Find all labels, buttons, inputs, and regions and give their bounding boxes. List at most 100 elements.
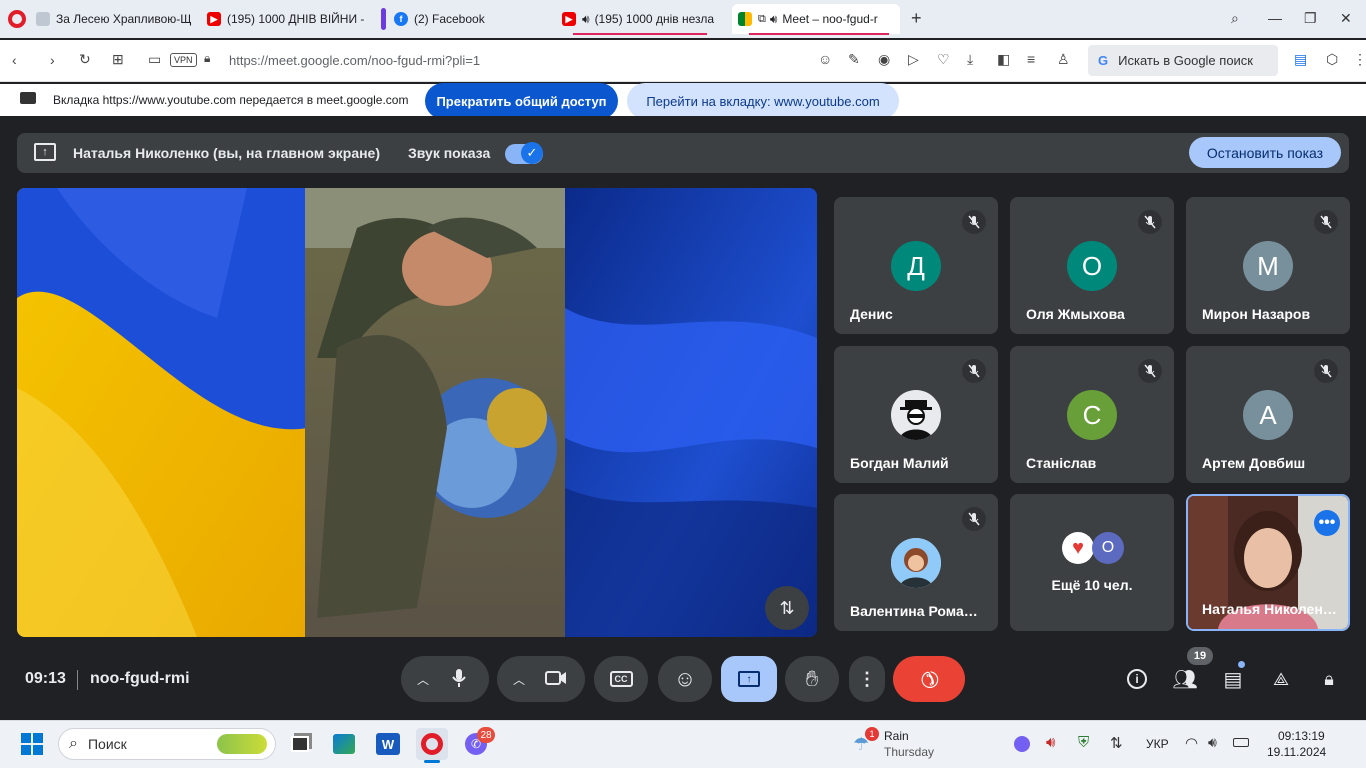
minimize-icon[interactable]: — (1268, 10, 1282, 26)
participant-tile[interactable]: А Артем Довбиш (1186, 346, 1350, 483)
new-tab-plus-icon[interactable]: + (911, 8, 922, 29)
camera-icon[interactable] (545, 670, 567, 689)
tab-lesya[interactable]: За Лесею Храпливою-Щ (30, 4, 200, 34)
share-audio-label: Звук показа (408, 145, 491, 161)
meeting-time: 09:13 (25, 670, 66, 687)
more-participants-label: Ещё 10 чел. (1051, 577, 1133, 593)
participant-tile[interactable]: М Мирон Назаров (1186, 197, 1350, 334)
more-options-icon[interactable]: ••• (1314, 510, 1340, 536)
url-field[interactable]: https://meet.google.com/noo-fgud-rmi?pli… (229, 53, 480, 68)
google-g-icon: G (1098, 53, 1109, 68)
swap-layout-icon[interactable]: ⇅ (765, 586, 809, 630)
participant-tile[interactable]: Валентина Роман… (834, 494, 998, 631)
send-icon[interactable]: ▷ (908, 51, 919, 68)
switch-to-tab-button[interactable]: Перейти на вкладку: www.youtube.com (627, 83, 899, 119)
speaker-icon[interactable]: 🔊︎ (1208, 734, 1217, 751)
avatar: С (1067, 390, 1117, 440)
lock-icon[interactable]: 🔒︎ (204, 51, 210, 66)
search-tabs-icon[interactable]: ⌕ (1231, 10, 1239, 27)
reload-icon[interactable]: ↻ (79, 51, 91, 68)
stop-presenting-button[interactable]: Остановить показ (1189, 137, 1341, 168)
self-tile[interactable]: ••• Наталья Николен… (1186, 494, 1350, 631)
mic-off-icon (1138, 359, 1162, 383)
tab-youtube-1000-2[interactable]: ▶ 🔊︎ (195) 1000 днів незла (556, 4, 724, 34)
more-options-button[interactable]: ⋮ (849, 656, 885, 702)
activities-icon[interactable]: ⟁ (1266, 664, 1296, 694)
tab-group-marker (381, 8, 386, 30)
snapshot-icon[interactable]: ◉ (878, 51, 890, 68)
present-button[interactable]: ↑ (721, 656, 777, 702)
audio-settings-button[interactable]: ︿ (401, 656, 489, 702)
sidebar-icon[interactable]: ▤ (1294, 51, 1307, 68)
microphone-icon[interactable] (451, 668, 467, 691)
mic-off-icon (962, 359, 986, 383)
check-icon[interactable]: ✓ (521, 142, 543, 164)
vpn-badge[interactable]: VPN (170, 53, 197, 67)
people-icon[interactable]: 👥︎ (1170, 664, 1200, 694)
participant-name: Наталья Николен… (1202, 601, 1337, 617)
heart-icon[interactable]: ♡ (937, 51, 950, 68)
chevron-up-icon: ︿ (513, 672, 526, 687)
volume-tray-icon[interactable]: 🔊︎ (1046, 734, 1055, 751)
shared-screen-video (17, 188, 817, 637)
download-icon[interactable]: ⤓ (967, 51, 973, 68)
security-tray-icon[interactable]: ⛨ (1078, 734, 1089, 751)
google-search-box[interactable]: G Искать в Google поиск (1088, 45, 1278, 76)
more-vert-icon: ⋮ (858, 668, 876, 689)
viber-tray-icon[interactable] (1014, 736, 1030, 752)
tabs-grid-icon[interactable]: ⊞ (112, 51, 124, 68)
banner-text: Вкладка https://www.youtube.com передает… (53, 93, 409, 107)
more-menu-icon[interactable]: ⋮ (1353, 51, 1366, 68)
chat-icon[interactable]: ▤ (1218, 664, 1248, 694)
stop-sharing-button[interactable]: Прекратить общий доступ (425, 83, 618, 119)
participant-tile[interactable]: О Оля Жмыхова (1010, 197, 1174, 334)
windows-start-icon[interactable] (16, 728, 48, 760)
participant-tile[interactable]: Д Денис (834, 197, 998, 334)
wifi-icon[interactable]: ◠ (1185, 734, 1198, 752)
clock-time[interactable]: 09:13:19 (1278, 729, 1325, 743)
more-participants-tile[interactable]: ♥ О Ещё 10 чел. (1010, 494, 1174, 631)
captions-button[interactable]: CC (594, 656, 648, 702)
back-icon[interactable]: ‹ (12, 52, 17, 68)
tab-youtube-1000[interactable]: ▶ (195) 1000 ДНІВ ВІЙНИ - (201, 4, 371, 34)
presenter-label: Наталья Николенко (вы, на главном экране… (73, 145, 381, 161)
extensions-icon[interactable]: ⬡ (1326, 51, 1338, 68)
edit-icon[interactable]: ✎ (848, 51, 860, 68)
reactions-button[interactable]: ☺ (658, 656, 712, 702)
easy-setup-icon[interactable]: ≡ (1027, 51, 1035, 67)
captions-icon: CC (609, 671, 633, 687)
restore-icon[interactable]: ❐ (1304, 10, 1317, 27)
opera-menu-icon[interactable] (8, 10, 26, 28)
document-icon (36, 12, 50, 26)
tab-playing-underline (573, 33, 707, 35)
mic-off-icon (1138, 210, 1162, 234)
opera-icon[interactable] (416, 728, 448, 760)
raise-hand-button[interactable]: ✋︎ (785, 656, 839, 702)
forward-icon[interactable]: › (50, 52, 55, 68)
tab-meet[interactable]: ⧉ 🔊︎ Meet – noo-fgud-r (732, 4, 900, 34)
clock-date[interactable]: 19.11.2024 (1267, 745, 1326, 759)
mic-off-icon (962, 507, 986, 531)
participant-tile[interactable]: Богдан Малий (834, 346, 998, 483)
tab-facebook[interactable]: f (2) Facebook (388, 4, 556, 34)
network-tray-icon[interactable]: ⇅ (1110, 734, 1123, 752)
meeting-details-icon[interactable]: i (1122, 664, 1152, 694)
word-icon[interactable]: W (372, 728, 404, 760)
video-settings-button[interactable]: ︿ (497, 656, 585, 702)
host-controls-icon[interactable]: 🔒︎ (1314, 664, 1344, 694)
language-indicator[interactable]: УКР (1146, 737, 1169, 751)
battery-icon[interactable] (1233, 738, 1249, 747)
close-icon[interactable]: ✕ (1340, 10, 1352, 27)
search-placeholder: Искать в Google поиск (1118, 53, 1253, 68)
camera-icon[interactable]: ▭ (148, 51, 161, 68)
battery-saver-icon[interactable]: ◧ (997, 51, 1010, 68)
taskbar-search[interactable]: ⌕ Поиск (58, 728, 276, 760)
leave-call-button[interactable]: ✆ (893, 656, 965, 702)
emoji-icon[interactable]: ☺ (818, 51, 832, 67)
screen-share-icon (20, 92, 36, 104)
participant-tile[interactable]: С Станіслав (1010, 346, 1174, 483)
task-view-icon[interactable] (284, 728, 316, 760)
microsoft-store-icon[interactable] (328, 728, 360, 760)
people-count-badge: 19 (1187, 647, 1213, 665)
profile-icon[interactable]: ♙ (1057, 51, 1070, 68)
